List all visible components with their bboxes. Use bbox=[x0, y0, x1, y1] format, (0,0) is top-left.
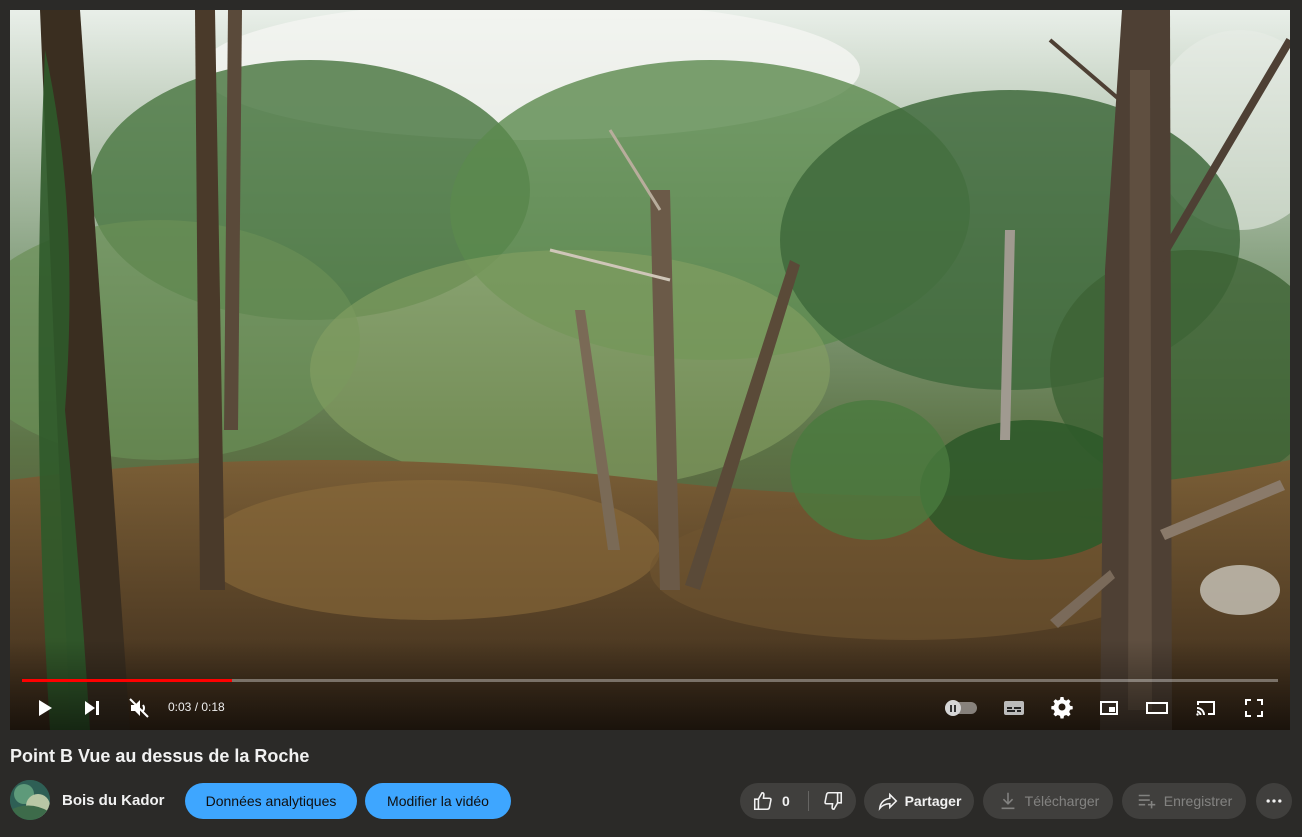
theater-icon bbox=[1146, 702, 1168, 714]
fullscreen-button[interactable] bbox=[1240, 694, 1268, 722]
miniplayer-button[interactable] bbox=[1095, 694, 1123, 722]
settings-button[interactable] bbox=[1048, 694, 1076, 722]
cast-button[interactable] bbox=[1192, 694, 1220, 722]
play-button[interactable] bbox=[30, 694, 58, 722]
channel-avatar[interactable] bbox=[10, 780, 50, 820]
cast-icon bbox=[1196, 701, 1215, 716]
autoplay-toggle[interactable] bbox=[945, 700, 977, 716]
save-button: Enregistrer bbox=[1122, 783, 1246, 819]
playlist-add-icon bbox=[1138, 794, 1156, 809]
edit-video-button[interactable]: Modifier la vidéo bbox=[365, 783, 511, 819]
gear-icon bbox=[1051, 697, 1073, 719]
mute-icon bbox=[129, 698, 149, 718]
time-total: 0:18 bbox=[201, 700, 225, 714]
like-divider bbox=[808, 791, 809, 811]
theater-mode-button[interactable] bbox=[1143, 694, 1171, 722]
progress-played bbox=[22, 679, 232, 682]
fullscreen-icon bbox=[1245, 699, 1263, 717]
thumbs-down-icon bbox=[824, 791, 843, 811]
video-title: Point B Vue au dessus de la Roche bbox=[10, 746, 310, 766]
time-current: 0:03 bbox=[168, 700, 192, 714]
owner-row: Bois du Kador Données analytiques Modifi… bbox=[10, 780, 1292, 820]
subtitles-icon bbox=[1004, 701, 1024, 715]
analytics-button[interactable]: Données analytiques bbox=[185, 783, 357, 819]
next-icon bbox=[85, 701, 99, 715]
download-button: Télécharger bbox=[983, 783, 1113, 819]
share-button[interactable]: Partager bbox=[864, 783, 974, 819]
autoplay-pause-icon bbox=[945, 700, 961, 716]
subtitles-button[interactable] bbox=[1000, 694, 1028, 722]
like-count: 0 bbox=[782, 793, 790, 809]
progress-bar[interactable] bbox=[22, 679, 1278, 682]
mute-button[interactable] bbox=[125, 694, 153, 722]
share-label: Partager bbox=[904, 793, 962, 809]
share-icon bbox=[878, 792, 897, 811]
avatar-image bbox=[10, 780, 50, 820]
miniplayer-icon bbox=[1100, 701, 1118, 715]
video-frame[interactable] bbox=[10, 10, 1290, 730]
time-display: 0:03 / 0:18 bbox=[168, 700, 225, 714]
download-label: Télécharger bbox=[1024, 793, 1100, 809]
dislike-button[interactable] bbox=[810, 783, 856, 819]
save-label: Enregistrer bbox=[1163, 793, 1233, 809]
time-separator: / bbox=[191, 700, 202, 714]
like-dislike-group: 0 bbox=[740, 783, 856, 819]
channel-name[interactable]: Bois du Kador bbox=[62, 792, 165, 809]
more-horizontal-icon bbox=[1266, 799, 1282, 803]
video-player[interactable]: 0:03 / 0:18 bbox=[10, 10, 1290, 730]
like-button[interactable]: 0 bbox=[740, 783, 806, 819]
play-icon bbox=[39, 700, 52, 716]
thumbs-up-icon bbox=[753, 791, 772, 811]
download-icon bbox=[1001, 792, 1015, 810]
more-actions-button[interactable] bbox=[1256, 783, 1292, 819]
next-button[interactable] bbox=[78, 694, 106, 722]
forest-scene-image bbox=[10, 10, 1290, 730]
player-controls: 0:03 / 0:18 bbox=[10, 690, 1290, 726]
